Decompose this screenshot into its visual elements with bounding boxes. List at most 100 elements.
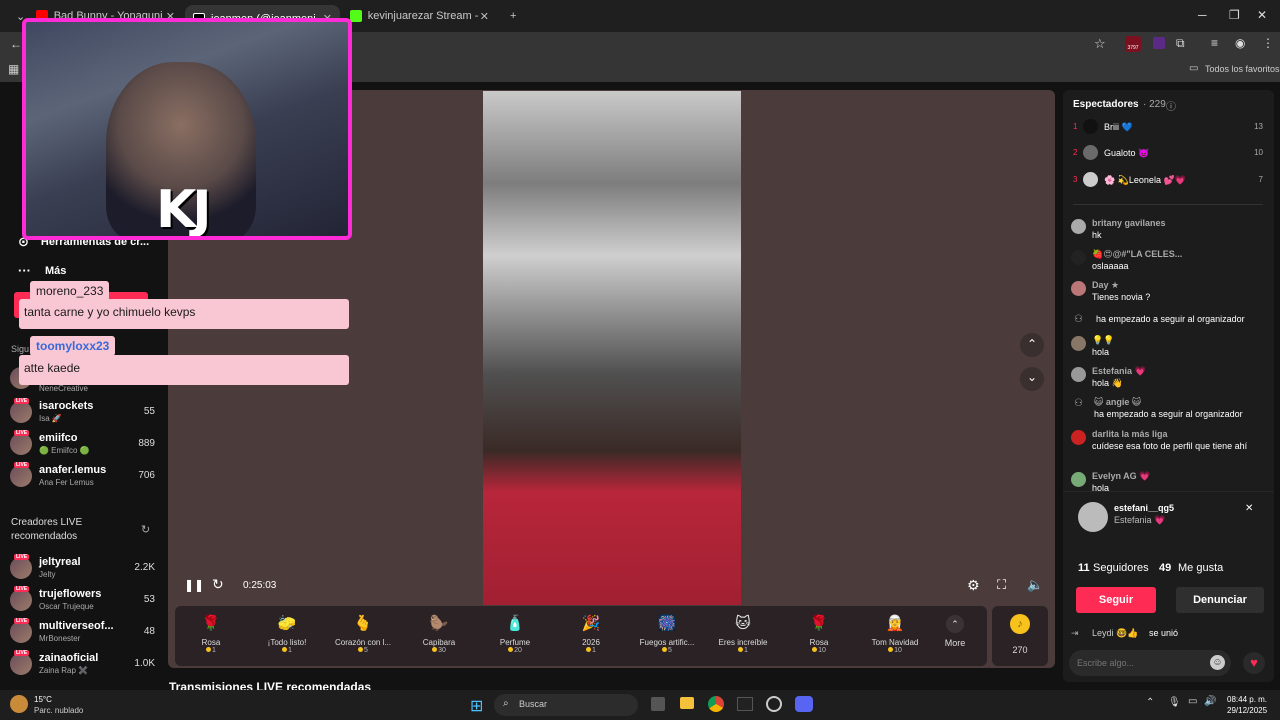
profile-icon[interactable]: ◉ — [1235, 36, 1245, 50]
bookmark-star-icon[interactable]: ☆ — [1094, 36, 1106, 52]
coins-balance[interactable]: ♪ 270 — [992, 606, 1048, 666]
chat-text: hola 👋 — [1092, 378, 1123, 388]
network-icon[interactable]: ▭ — [1188, 696, 1197, 707]
microphone-icon[interactable]: 🎙 — [1168, 697, 1181, 708]
fullscreen-icon[interactable]: ⛶ — [997, 577, 1006, 593]
discord-icon[interactable] — [795, 696, 813, 712]
gift-item[interactable]: 🌹 Rosa 10 — [783, 606, 855, 654]
reload-icon[interactable]: ↻ — [212, 576, 224, 593]
next-live-chevron-down-icon[interactable]: ⌄ — [1020, 367, 1044, 391]
avatar — [1071, 250, 1086, 265]
info-icon[interactable]: ⓘ — [1166, 98, 1176, 113]
recommended-item[interactable]: LIVE zainaoficial Zaina Rap ✖️ 1.0K — [10, 650, 155, 680]
gift-item[interactable]: 🧝 Tom Navidad 10 — [859, 606, 931, 654]
sidebar-item-more[interactable]: ··· Más — [18, 263, 66, 278]
chat-message[interactable]: 🍓😍@#"LA CELES... oslaaaaa — [1071, 249, 1267, 273]
live-badge: LIVE — [14, 554, 30, 560]
following-item[interactable]: LIVE emiifco 🟢 Emiifco 🟢 889 — [10, 430, 155, 460]
chat-message[interactable]: Evelyn AG 💗 hola — [1071, 471, 1267, 491]
recommended-item[interactable]: LIVE trujeflowers Oscar Trujeque 53 — [10, 586, 155, 616]
windows-start-icon[interactable]: ⊞ — [470, 696, 483, 716]
avatar — [1071, 430, 1086, 445]
avatar — [1071, 281, 1086, 296]
gift-item[interactable]: 🫰 Corazón con l... 5 — [327, 606, 399, 654]
top-viewer-row[interactable]: 2 Gualoto 👿 10 — [1073, 145, 1263, 163]
following-sub: 🟢 Emiifco 🟢 — [39, 446, 90, 455]
minimize-icon[interactable]: ─ — [1198, 8, 1207, 22]
media-control-icon[interactable]: ≡ — [1211, 36, 1218, 50]
live-badge: LIVE — [14, 650, 30, 656]
file-explorer-icon[interactable] — [680, 697, 694, 709]
github-icon[interactable] — [766, 696, 782, 712]
previous-live-chevron-up-icon[interactable]: ⌃ — [1020, 333, 1044, 357]
chat-input[interactable] — [1077, 655, 1207, 671]
gift-item[interactable]: 🧴 Perfume 20 — [479, 606, 551, 654]
gift-item[interactable]: 🦫 Capibara 30 — [403, 606, 475, 654]
tab-kick[interactable]: kevinjuarezar Stream - Watch L... ✕ — [342, 5, 497, 27]
gift-price: 1 — [288, 647, 292, 654]
like-heart-icon[interactable]: ♥ — [1243, 652, 1265, 674]
tray-chevron-icon[interactable]: ⌃ — [1146, 697, 1154, 708]
top-viewer-row[interactable]: 1 Briii 💙 13 — [1073, 119, 1263, 137]
apps-grid-icon[interactable]: ▦ — [8, 62, 19, 76]
report-button-label: Denunciar — [1193, 594, 1247, 606]
recommended-name: multiverseof... — [39, 620, 114, 632]
settings-gear-icon[interactable]: ⚙ — [967, 577, 980, 594]
volume-icon[interactable]: 🔊 — [1204, 696, 1216, 707]
rose-icon: 🌹 — [201, 615, 221, 632]
chat-message[interactable]: 💡💡 hola — [1071, 335, 1267, 359]
gift-item[interactable]: 🎉 2026 1 — [555, 606, 627, 654]
taskbar-search[interactable]: ⌕ Buscar — [494, 694, 638, 716]
extensions-puzzle-icon[interactable]: ⧉ — [1176, 36, 1185, 51]
recommended-header: Creadores LIVE recomendados — [11, 517, 83, 542]
top-viewer-row[interactable]: 3 🌸 💫Leonela 💕💗 7 — [1073, 172, 1263, 190]
gift-price: 30 — [438, 647, 446, 654]
all-bookmarks-link[interactable]: Todos los favoritos — [1205, 64, 1280, 74]
chrome-icon[interactable] — [708, 696, 724, 712]
menu-kebab-icon[interactable]: ⋮ — [1262, 36, 1274, 50]
finger-heart-icon: 🫰 — [353, 615, 373, 632]
gift-item[interactable]: 🎆 Fuegos artific... 5 — [631, 606, 703, 654]
report-button[interactable]: Denunciar — [1176, 587, 1264, 613]
more-gifts-button[interactable]: ⌃ More — [935, 606, 975, 648]
recommended-sub: Zaina Rap ✖️ — [39, 666, 89, 675]
recommended-item[interactable]: LIVE multiverseof... MrBonester 48 — [10, 618, 155, 648]
extension-badge-icon[interactable]: 3797 — [1125, 36, 1141, 52]
gift-item[interactable]: 🌹 Rosa 1 — [175, 606, 247, 654]
close-tab-icon[interactable]: ✕ — [480, 10, 489, 23]
emoji-icon[interactable]: ☺ — [1210, 655, 1225, 670]
followers-label: Seguidores — [1093, 562, 1149, 574]
terminal-icon[interactable] — [737, 697, 753, 711]
following-item[interactable]: LIVE anafer.lemus Ana Fer Lemus 706 — [10, 462, 155, 492]
back-icon[interactable]: ← — [10, 37, 22, 51]
restore-icon[interactable]: ❐ — [1229, 8, 1240, 22]
new-tab-button[interactable]: + — [502, 5, 524, 27]
weather-icon[interactable] — [10, 695, 28, 713]
chat-message[interactable]: Estefania 💗 hola 👋 — [1071, 366, 1267, 390]
chat-message[interactable]: darlita la más liga cuídese esa foto de p… — [1071, 429, 1267, 467]
gift-name: 2026 — [582, 638, 600, 647]
follow-button[interactable]: Seguir — [1076, 587, 1156, 613]
recommended-item[interactable]: LIVE jeltyreal Jelty 2.2K — [10, 554, 155, 584]
extension-icon[interactable] — [1153, 37, 1165, 49]
gift-item[interactable]: 🐱 Eres increíble 1 — [707, 606, 779, 654]
gift-name: Tom Navidad — [871, 638, 919, 647]
task-view-icon[interactable] — [651, 697, 665, 711]
chat-input-box[interactable]: ☺ — [1069, 650, 1231, 676]
close-icon[interactable]: ✕ — [1245, 503, 1253, 514]
volume-icon[interactable]: 🔈 — [1027, 577, 1043, 593]
gift-item[interactable]: 🧽 ¡Todo listo! 1 — [251, 606, 323, 654]
coin-icon — [432, 647, 438, 652]
live-video-feed[interactable] — [483, 91, 741, 605]
refresh-icon[interactable]: ↻ — [141, 523, 150, 536]
chat-username: 🍓😍@#"LA CELES... — [1092, 249, 1183, 259]
gift-price: 10 — [894, 647, 902, 654]
following-item[interactable]: LIVE isarockets Isa 🚀 55 — [10, 398, 155, 428]
search-icon: ⌕ — [503, 698, 509, 709]
chat-message[interactable]: britany gavilanes hk — [1071, 218, 1267, 242]
rose-icon: 🌹 — [809, 615, 829, 632]
chat-username: Day ★ — [1092, 280, 1120, 290]
chat-message[interactable]: Day ★ Tienes novia ? — [1071, 280, 1267, 304]
close-window-icon[interactable]: ✕ — [1257, 8, 1267, 22]
pause-icon[interactable]: ❚❚ — [184, 578, 204, 592]
